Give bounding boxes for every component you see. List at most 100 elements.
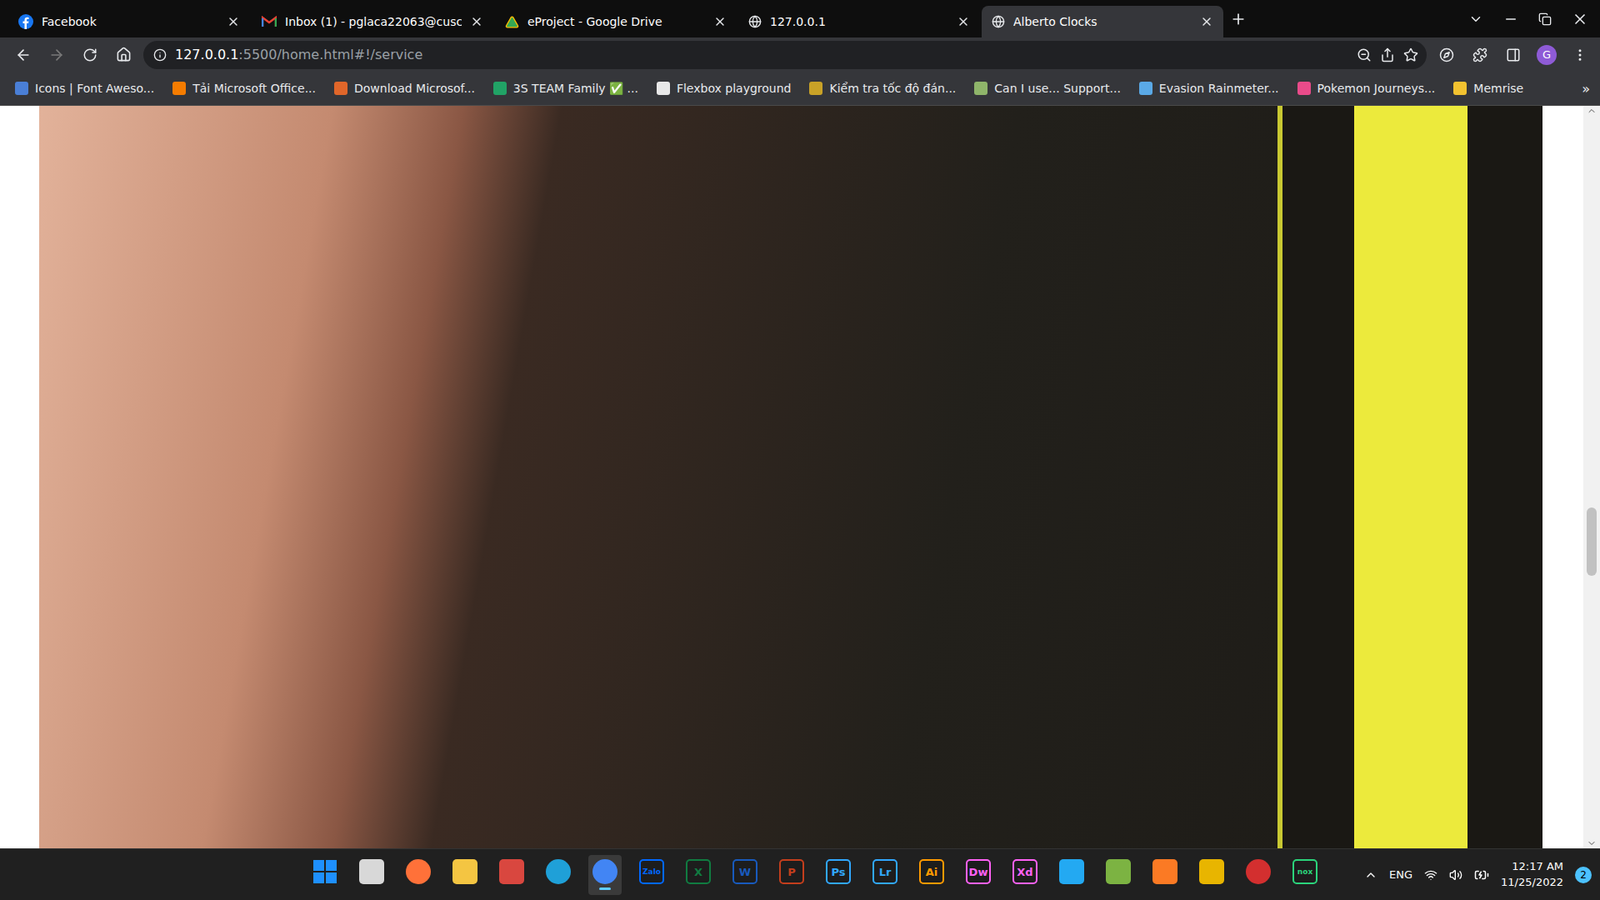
new-tab-button[interactable] [1225, 5, 1252, 33]
running-indicator [1299, 887, 1311, 890]
close-window-icon[interactable] [1571, 10, 1589, 28]
taskbar-app[interactable]: Lr [868, 855, 902, 895]
extensions-button[interactable] [1466, 41, 1494, 69]
browser-tab[interactable]: Inbox (1) - pglaca22063@cusc.ct [251, 5, 494, 38]
home-button[interactable] [110, 41, 137, 69]
app-icon: Zalo [639, 859, 665, 885]
browser-window: Facebook Inbox (1) - pglaca22063@cusc.ct e… [0, 0, 1600, 900]
bookmark-icon [1453, 81, 1467, 95]
battery-icon[interactable] [1474, 867, 1490, 883]
app-icon [1199, 859, 1225, 885]
bookmark-icon [172, 81, 186, 95]
running-indicator [925, 887, 938, 890]
taskbar-app[interactable]: Zalo [635, 855, 669, 895]
profile-avatar: G [1536, 45, 1557, 65]
running-indicator [832, 887, 845, 890]
bookmark[interactable]: 3S TEAM Family ✅ ... [493, 81, 639, 95]
bookmark[interactable]: Icons | Font Aweso... [15, 81, 155, 95]
bookmark[interactable]: Pokemon Journeys... [1297, 81, 1436, 95]
app-icon [1105, 859, 1131, 885]
bookmark[interactable]: Download Microsof... [334, 81, 475, 95]
taskbar-app[interactable] [308, 855, 342, 895]
bookmark[interactable]: Can I use... Support... [974, 81, 1121, 95]
menu-icon [1572, 47, 1588, 63]
close-icon[interactable] [956, 15, 970, 29]
side-panel-button[interactable] [1500, 41, 1527, 69]
zoom-icon[interactable] [1356, 47, 1372, 63]
bookmark[interactable]: Memrise [1453, 81, 1524, 95]
taskbar-app[interactable] [1241, 855, 1275, 895]
taskbar-app[interactable]: Ai [915, 855, 949, 895]
bookmark[interactable]: Kiểm tra tốc độ đán... [809, 81, 956, 95]
volume-icon[interactable] [1449, 868, 1463, 882]
clock[interactable]: 12:17 AM11/25/2022 [1500, 859, 1564, 890]
running-indicator [692, 887, 705, 890]
more-bookmarks[interactable]: » [1581, 80, 1590, 97]
taskbar-app[interactable]: Ps [821, 855, 855, 895]
forward-button[interactable] [43, 41, 70, 69]
minimize-icon[interactable] [1503, 11, 1519, 27]
bookmark[interactable]: Flexbox playground [656, 81, 792, 95]
taskbar-app[interactable]: Xd [1008, 855, 1042, 895]
scroll-up-icon[interactable] [1586, 105, 1597, 116]
taskbar-app[interactable] [1101, 855, 1135, 895]
taskbar-app[interactable] [1195, 855, 1229, 895]
taskbar-app[interactable]: W [728, 855, 762, 895]
tab-label: Alberto Clocks [1013, 15, 1192, 29]
browser-tab[interactable]: 127.0.0.1 [738, 5, 980, 38]
tab-search-icon[interactable] [1468, 11, 1484, 27]
taskbar-app[interactable] [355, 855, 389, 895]
close-icon[interactable] [470, 15, 484, 29]
taskbar-app[interactable] [541, 855, 575, 895]
app-icon [452, 859, 478, 885]
address-bar[interactable]: 127.0.0.1:5500/home.html#!/service [143, 40, 1427, 70]
bookmark-icon [493, 81, 507, 95]
app-icon [545, 859, 571, 885]
app-icon [1152, 859, 1178, 885]
browser-tab[interactable]: Alberto Clocks [981, 5, 1224, 38]
scroll-down-icon[interactable] [1586, 838, 1597, 849]
back-button[interactable] [10, 41, 37, 69]
bookmark[interactable]: Tải Microsoft Office... [172, 81, 316, 95]
system-tray: ENG 12:17 AM11/25/2022 2 [1364, 859, 1592, 890]
taskbar-app[interactable] [495, 855, 529, 895]
taskbar-app[interactable]: nox [1288, 855, 1322, 895]
app-icon: W [732, 859, 758, 885]
tab-label: Inbox (1) - pglaca22063@cusc.ct [285, 15, 462, 29]
running-indicator [1065, 887, 1078, 890]
taskbar-app[interactable] [588, 855, 622, 895]
taskbar-app[interactable] [448, 855, 482, 895]
site-info-icon[interactable] [153, 48, 167, 62]
close-icon[interactable] [226, 15, 240, 29]
menu-button[interactable] [1566, 41, 1594, 69]
scroll-thumb[interactable] [1586, 507, 1597, 576]
reload-button[interactable] [76, 41, 104, 69]
running-indicator [319, 886, 331, 890]
taskbar-app[interactable]: Dw [961, 855, 995, 895]
compass-button[interactable] [1433, 41, 1460, 69]
taskbar-app[interactable] [401, 855, 435, 895]
taskbar-app[interactable] [1148, 855, 1182, 895]
browser-tab[interactable]: Facebook [8, 5, 250, 38]
taskbar-app[interactable]: P [775, 855, 809, 895]
profile-button[interactable]: G [1533, 41, 1560, 69]
close-icon[interactable] [1200, 15, 1214, 29]
bookmark[interactable]: Evasion Rainmeter... [1139, 81, 1280, 95]
browser-tab[interactable]: eProject - Google Drive [495, 5, 737, 38]
home-icon [115, 46, 132, 63]
close-icon[interactable] [713, 15, 727, 29]
running-indicator [1205, 887, 1218, 890]
app-icon [405, 859, 431, 885]
hidden-icons-icon[interactable] [1364, 868, 1378, 882]
wifi-icon[interactable] [1424, 868, 1438, 882]
bookmark-icon [656, 81, 670, 95]
language-indicator[interactable]: ENG [1389, 868, 1413, 881]
taskbar-app[interactable] [1055, 855, 1089, 895]
star-icon[interactable] [1403, 47, 1419, 63]
taskbar-app[interactable]: X [681, 855, 715, 895]
scrollbar[interactable] [1583, 105, 1600, 849]
notification-badge[interactable]: 2 [1575, 866, 1592, 884]
share-icon[interactable] [1380, 47, 1395, 63]
running-indicator [972, 887, 985, 890]
restore-icon[interactable] [1538, 12, 1552, 26]
